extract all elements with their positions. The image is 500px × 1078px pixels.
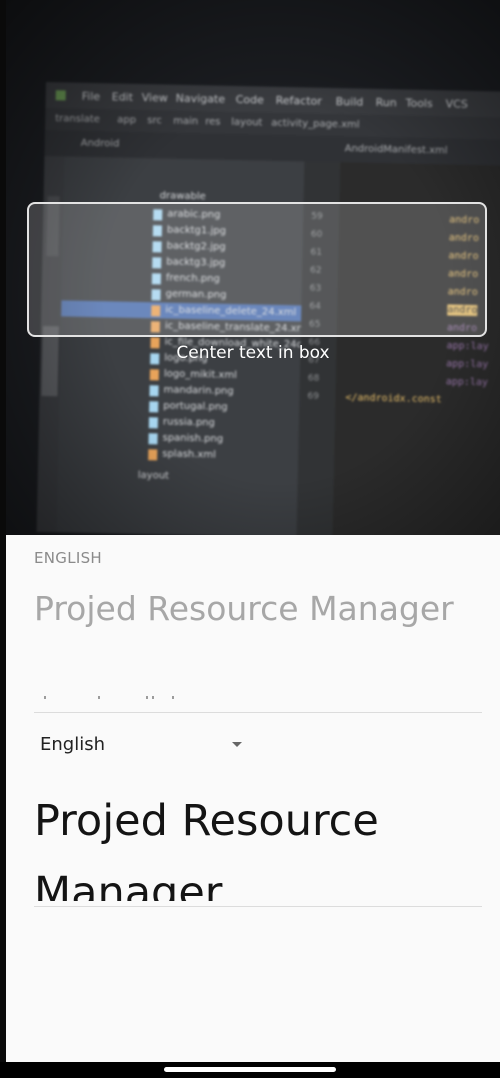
file-label: logo_mikit.xml bbox=[163, 368, 238, 382]
xml-file-icon bbox=[149, 369, 160, 381]
code-line: app:lay bbox=[445, 376, 489, 389]
recognized-text: Projed Resource Manager bbox=[34, 589, 454, 628]
file-label: splash.xml bbox=[162, 448, 216, 461]
file-label: spanish.png bbox=[162, 432, 224, 445]
breadcrumb-item: res bbox=[205, 116, 221, 128]
breadcrumb-item: translate bbox=[55, 113, 101, 126]
editor-tab: AndroidManifest.xml bbox=[344, 143, 448, 157]
file-label: mandarin.png bbox=[163, 384, 234, 397]
target-language-value: English bbox=[40, 734, 105, 755]
image-file-icon bbox=[148, 433, 158, 445]
breadcrumb-item: activity_page.xml bbox=[271, 117, 360, 131]
xml-file-icon bbox=[148, 449, 158, 461]
ide-menu-item: View bbox=[141, 91, 168, 105]
ide-menu-item: Build bbox=[335, 95, 364, 109]
camera-preview[interactable]: File Edit View Navigate Code Refactor Bu… bbox=[6, 0, 500, 535]
translated-text: Projed Resource Manager bbox=[34, 796, 379, 901]
breadcrumb-item: main bbox=[173, 115, 199, 128]
ide-menu-item: File bbox=[81, 89, 101, 104]
ide-menu-item: Edit bbox=[111, 90, 134, 104]
breadcrumb-item: src bbox=[147, 115, 162, 127]
ide-menu-item: Tools bbox=[405, 96, 433, 111]
divider bbox=[34, 712, 482, 713]
image-file-icon bbox=[149, 401, 159, 413]
breadcrumb-item: app bbox=[117, 114, 137, 126]
breadcrumb-item: layout bbox=[231, 116, 263, 129]
tree-folder: layout bbox=[58, 466, 298, 487]
divider bbox=[34, 906, 482, 907]
image-file-icon bbox=[149, 385, 159, 397]
ide-menu-item: Run bbox=[375, 95, 397, 110]
file-label: portugal.png bbox=[163, 400, 228, 413]
target-language-dropdown[interactable]: English bbox=[40, 728, 250, 762]
source-language-label: ENGLISH bbox=[34, 549, 103, 567]
scan-frame bbox=[27, 202, 487, 337]
image-file-icon bbox=[148, 417, 159, 429]
dropdown-arrow-icon bbox=[232, 742, 242, 747]
file-label: russia.png bbox=[162, 416, 216, 429]
line-number: 69 bbox=[307, 391, 320, 402]
project-view-selector: Android bbox=[80, 137, 120, 150]
translator-app: File Edit View Navigate Code Refactor Bu… bbox=[6, 0, 500, 1078]
scan-hint: Center text in box bbox=[176, 343, 330, 363]
ide-menu-item: VCS bbox=[445, 97, 468, 111]
partial-text-fragment bbox=[34, 694, 194, 702]
ide-menu-item: Navigate bbox=[175, 91, 226, 106]
android-studio-logo-icon bbox=[55, 90, 66, 101]
folder-label: layout bbox=[137, 470, 170, 482]
code-line: </androidx.const bbox=[345, 392, 442, 406]
line-number: 68 bbox=[307, 373, 320, 384]
ide-menu-item: Code bbox=[235, 92, 264, 107]
home-gesture-handle[interactable] bbox=[164, 1067, 336, 1072]
ide-menu-item: Refactor bbox=[275, 93, 322, 108]
folder-label: drawable bbox=[159, 190, 206, 203]
